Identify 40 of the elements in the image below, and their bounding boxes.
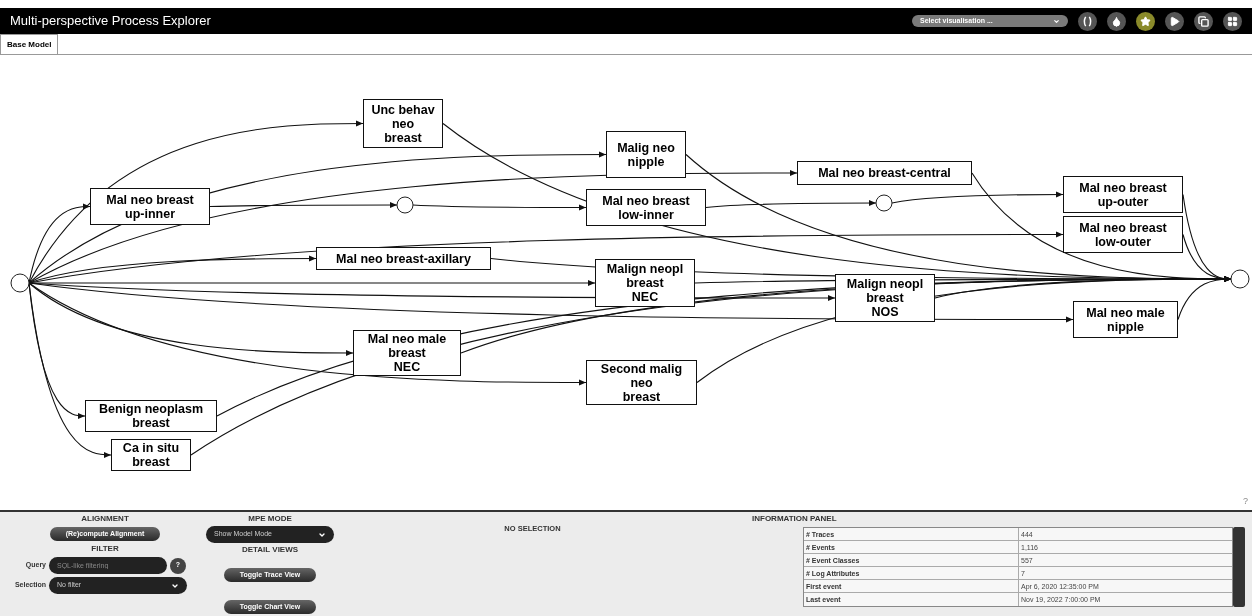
activity-node[interactable]: Benign neoplasm breast	[85, 400, 217, 432]
activity-node[interactable]: Unc behav neo breast	[363, 99, 443, 148]
activity-node[interactable]: Mal neo breast up-outer	[1063, 176, 1183, 213]
activity-node[interactable]: Mal neo breast up-inner	[90, 188, 210, 225]
caret-icon	[1053, 17, 1060, 25]
activity-node[interactable]: Malign neopl breast NOS	[835, 274, 935, 322]
copy-icon	[1198, 15, 1209, 27]
play-icon	[1169, 15, 1180, 27]
toolbar-button[interactable]	[1078, 11, 1097, 31]
activity-node[interactable]: Second malig neo breast	[586, 360, 697, 405]
brackets-icon	[1082, 15, 1093, 27]
activity-node[interactable]: Mal neo male nipple	[1073, 301, 1178, 338]
window-title: Multi-perspective Process Explorer	[10, 12, 211, 31]
activity-node[interactable]: Ca in situ breast	[111, 439, 191, 471]
grid-icon	[1227, 15, 1238, 27]
toolbar-button[interactable]	[1194, 11, 1213, 31]
activity-node[interactable]: Mal neo breast low-outer	[1063, 216, 1183, 253]
drop-icon	[1111, 15, 1122, 27]
help-mark[interactable]: ?	[1243, 494, 1248, 508]
activity-node[interactable]: Malign neopl breast NEC	[595, 259, 695, 307]
activity-node[interactable]: Malig neo nipple	[606, 131, 686, 178]
toolbar-button[interactable]	[1107, 11, 1126, 31]
activity-node[interactable]: Mal neo male breast NEC	[353, 330, 461, 376]
section-heading: DETAIL VIEWS	[241, 545, 299, 555]
scrollbar[interactable]	[1233, 527, 1245, 607]
section-heading: ALIGNMENT	[81, 514, 129, 524]
activity-node[interactable]: Mal neo breast low-inner	[586, 189, 706, 226]
tab[interactable]: Base Model	[0, 34, 59, 54]
activity-node[interactable]: Mal neo breast-axillary	[316, 247, 491, 270]
activity-node[interactable]: Mal neo breast-central	[797, 161, 972, 185]
toolbar-button[interactable]	[1136, 11, 1155, 31]
star-icon	[1140, 15, 1151, 27]
start-place	[10, 273, 30, 293]
section-heading: MPE MODE	[248, 514, 292, 524]
place-circle	[396, 196, 414, 214]
section-heading: FILTER	[91, 544, 119, 554]
toolbar-button[interactable]	[1223, 11, 1242, 31]
section-heading: INFORMATION PANEL	[752, 514, 838, 524]
toolbar-button[interactable]	[1165, 11, 1184, 31]
place-circle	[875, 194, 893, 212]
